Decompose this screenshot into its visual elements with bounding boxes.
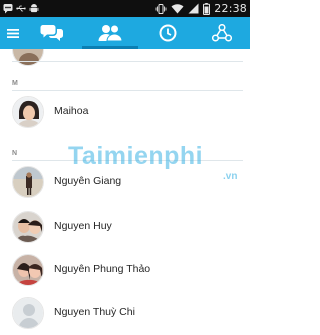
tab-chats[interactable] bbox=[30, 17, 74, 49]
menu-button[interactable] bbox=[2, 17, 24, 49]
vibrate-icon bbox=[155, 3, 167, 14]
battery-icon bbox=[203, 2, 211, 15]
tab-recent[interactable] bbox=[146, 17, 190, 49]
default-avatar-icon bbox=[13, 298, 43, 328]
app-bar bbox=[0, 17, 250, 49]
notification-icons bbox=[3, 2, 39, 15]
contact-name: Nguyên Phung Thảo bbox=[54, 263, 151, 275]
usb-icon bbox=[16, 5, 26, 12]
signal-icon bbox=[188, 3, 199, 14]
tab-groups[interactable] bbox=[200, 17, 244, 49]
tab-contacts[interactable] bbox=[84, 17, 136, 49]
chat-bubbles-icon bbox=[40, 25, 63, 41]
contact-name: Nguyên Giang bbox=[54, 175, 122, 187]
contact-name: Maihoa bbox=[54, 105, 89, 117]
section-header-m: M bbox=[12, 80, 18, 87]
contacts-icon bbox=[98, 24, 123, 42]
wifi-icon bbox=[171, 4, 184, 14]
list-item[interactable]: Nguyên Phung Thảo bbox=[0, 249, 250, 292]
contact-name: Nguyen Huy bbox=[54, 220, 112, 232]
list-item[interactable]: Nguyen Thuỳ Chi bbox=[0, 292, 250, 335]
menu-icon bbox=[7, 28, 19, 38]
share-network-icon bbox=[212, 24, 232, 42]
avatar bbox=[12, 211, 44, 243]
list-item[interactable]: Nguyen Huy bbox=[0, 206, 250, 249]
avatar bbox=[12, 96, 44, 128]
bbm-notification-icon bbox=[3, 4, 13, 14]
section-header-n: N bbox=[12, 150, 18, 157]
clock-time: 22:38 bbox=[214, 2, 247, 15]
avatar bbox=[12, 49, 44, 66]
watermark-suffix: .vn bbox=[223, 171, 238, 182]
section-divider bbox=[12, 61, 243, 62]
avatar bbox=[12, 166, 44, 198]
contact-list[interactable]: M Maihoa N Nguyên Giang Nguyen Huy Nguyê… bbox=[0, 49, 250, 335]
avatar bbox=[12, 254, 44, 286]
list-item[interactable]: Nguyên Giang bbox=[0, 161, 250, 204]
clock-icon bbox=[159, 24, 177, 42]
android-icon bbox=[29, 4, 39, 13]
contact-name: Nguyen Thuỳ Chi bbox=[54, 306, 135, 318]
avatar bbox=[12, 297, 44, 329]
list-item[interactable]: Maihoa bbox=[0, 91, 250, 134]
status-bar: 22:38 bbox=[0, 0, 250, 17]
system-icons: 22:38 bbox=[155, 1, 247, 16]
